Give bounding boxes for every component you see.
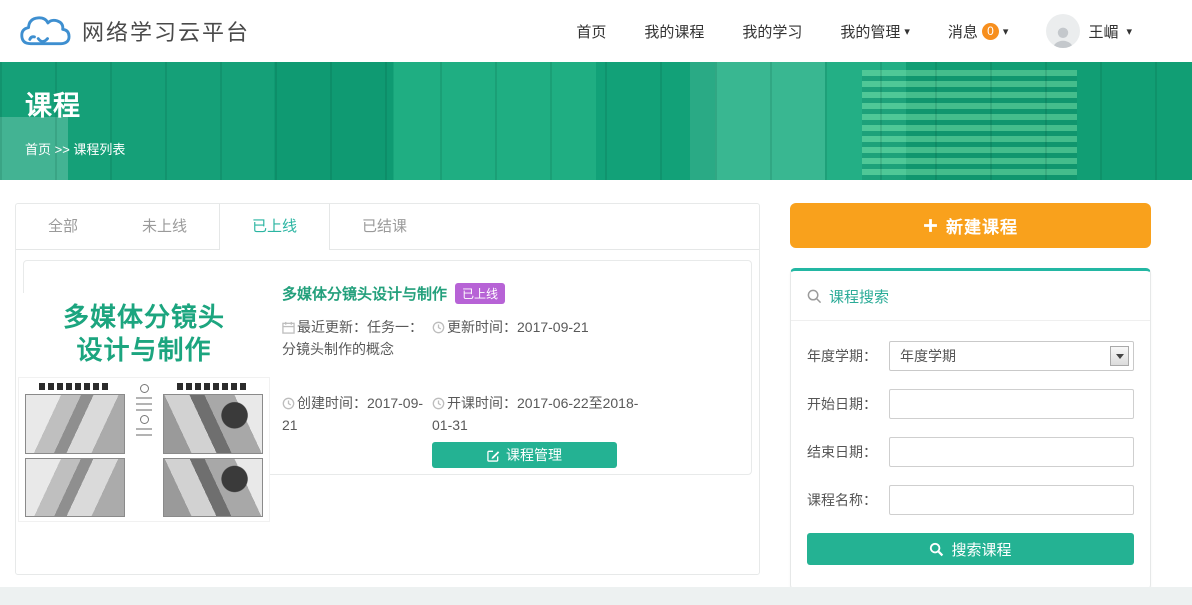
nav-my-courses[interactable]: 我的课程 xyxy=(644,21,704,42)
edit-icon xyxy=(487,449,500,462)
start-date-label: 开始日期： xyxy=(807,394,889,414)
select-dropdown-arrow[interactable] xyxy=(1110,346,1129,366)
page: 网络学习云平台 首页 我的课程 我的学习 我的管理 ▾ 消息 0 ▾ xyxy=(0,0,1192,605)
cloud-logo-icon xyxy=(18,11,72,51)
search-courses-button[interactable]: 搜索课程 xyxy=(807,533,1134,565)
tab-online[interactable]: 已上线 xyxy=(219,204,330,250)
nav-my-learning[interactable]: 我的学习 xyxy=(742,21,802,42)
new-course-button[interactable]: 新建课程 xyxy=(790,203,1151,248)
end-date-input[interactable] xyxy=(889,437,1134,467)
storyboard-notes xyxy=(129,382,159,517)
brand-logo[interactable]: 网络学习云平台 xyxy=(18,11,250,51)
nav-home[interactable]: 首页 xyxy=(576,21,606,42)
clock-icon xyxy=(432,321,445,334)
course-tabs: 全部 未上线 已上线 已结课 xyxy=(16,204,759,250)
start-date-input[interactable] xyxy=(889,389,1134,419)
course-meta: 最近更新：任务一：分镜头制作的概念 更新时间：2017-09-21 创建时间：2… xyxy=(282,316,737,436)
storyboard-caption xyxy=(39,383,111,390)
chevron-down-icon: ▾ xyxy=(904,25,910,38)
search-panel-title: 课程搜索 xyxy=(829,286,889,307)
course-name-input[interactable] xyxy=(889,485,1134,515)
user-name: 王嵋 xyxy=(1088,21,1118,42)
storyboard-panel xyxy=(163,394,263,454)
chevron-down-icon: ▾ xyxy=(1126,25,1132,38)
clock-icon xyxy=(432,397,445,410)
meta-recent-update: 最近更新：任务一：分镜头制作的概念 xyxy=(282,316,432,360)
footer-strip xyxy=(0,587,1192,605)
page-banner: 课程 首页 >> 课程列表 xyxy=(0,62,1192,180)
clock-icon xyxy=(282,397,295,410)
storyboard-panel xyxy=(163,458,263,518)
message-count-badge: 0 xyxy=(982,23,999,40)
course-search-panel: 课程搜索 年度学期： 年度学期 开始日期： 结束日期： xyxy=(790,268,1151,590)
tab-not-online[interactable]: 未上线 xyxy=(110,204,219,250)
meta-create-time: 创建时间：2017-09-21 xyxy=(282,392,432,436)
calendar-icon xyxy=(282,321,295,334)
search-panel-header: 课程搜索 xyxy=(791,271,1150,321)
user-menu[interactable]: 王嵋 ▾ xyxy=(1046,14,1132,48)
avatar xyxy=(1046,14,1080,48)
status-badge: 已上线 xyxy=(455,283,505,304)
sidebar: 新建课程 课程搜索 年度学期： 年度学期 开始日期： xyxy=(790,203,1151,590)
search-icon xyxy=(807,289,822,304)
cover-title: 多媒体分镜头 设计与制作 xyxy=(18,293,270,377)
tab-ended[interactable]: 已结课 xyxy=(330,204,439,250)
semester-label: 年度学期： xyxy=(807,346,889,366)
nav-my-management[interactable]: 我的管理 ▾ xyxy=(840,21,910,42)
course-title[interactable]: 多媒体分镜头设计与制作 xyxy=(282,283,447,304)
chevron-down-icon: ▾ xyxy=(1003,25,1009,38)
storyboard-illustration xyxy=(18,377,270,522)
course-name-label: 课程名称： xyxy=(807,490,889,510)
semester-select[interactable]: 年度学期 xyxy=(889,341,1134,371)
course-card: 多媒体分镜头 设计与制作 xyxy=(23,260,752,475)
plus-icon xyxy=(923,218,938,233)
page-title: 课程 xyxy=(25,84,1192,123)
storyboard-panel xyxy=(25,458,125,518)
course-cover-image[interactable]: 多媒体分镜头 设计与制作 xyxy=(18,293,270,522)
breadcrumb[interactable]: 首页 >> 课程列表 xyxy=(25,139,1192,158)
tab-all[interactable]: 全部 xyxy=(16,204,110,250)
nav-messages[interactable]: 消息 0 ▾ xyxy=(948,21,1009,42)
search-icon xyxy=(929,542,944,557)
main-nav: 首页 我的课程 我的学习 我的管理 ▾ 消息 0 ▾ 王嵋 ▾ xyxy=(576,14,1132,48)
top-navbar: 网络学习云平台 首页 我的课程 我的学习 我的管理 ▾ 消息 0 ▾ xyxy=(0,0,1192,62)
manage-course-button[interactable]: 课程管理 xyxy=(432,442,617,468)
storyboard-panel xyxy=(25,394,125,454)
meta-open-time: 开课时间：2017-06-22至2018-01-31 xyxy=(432,392,642,436)
meta-update-time: 更新时间：2017-09-21 xyxy=(432,316,642,360)
brand-name: 网络学习云平台 xyxy=(82,15,250,47)
storyboard-caption xyxy=(177,383,249,390)
end-date-label: 结束日期： xyxy=(807,442,889,462)
course-list-panel: 全部 未上线 已上线 已结课 多媒体分镜头 设计与制作 xyxy=(15,203,760,575)
